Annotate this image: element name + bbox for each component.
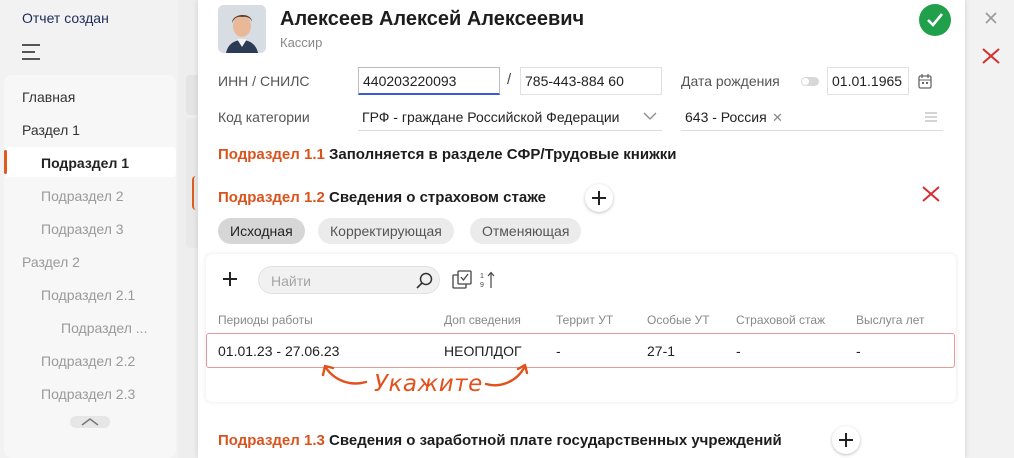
table-cell: - [736, 343, 741, 359]
column-header: Особые УТ [647, 313, 710, 327]
hint-label: Укажите [374, 371, 483, 397]
section-number: Подраздел 1.1 [218, 146, 325, 163]
plus-icon[interactable] [220, 269, 240, 289]
right-toolbar [966, 0, 1014, 458]
menu-lines-icon[interactable] [925, 112, 937, 122]
search-input[interactable]: Найти [258, 266, 440, 294]
section-number: Подраздел 1.3 [218, 432, 325, 449]
employee-name: Алексеев Алексей Алексеевич [280, 8, 585, 30]
section-1-2-heading: Подраздел 1.2 Сведения о страховом стаже [218, 189, 546, 206]
sidebar-item-section-1[interactable]: Раздел 1 [22, 122, 80, 138]
sidebar-item-subsection-2-3[interactable]: Подраздел 2.3 [41, 386, 135, 402]
column-header: Выслуга лет [856, 313, 925, 327]
sidebar-collapse-button[interactable] [70, 416, 110, 428]
close-icon[interactable] [982, 9, 1000, 27]
calendar-icon[interactable] [918, 73, 932, 89]
check-icon [927, 13, 944, 27]
section-title: Заполняется в разделе СФР/Трудовые книжк… [329, 146, 677, 163]
table-cell: - [856, 343, 861, 359]
birth-date-label: Дата рождения [681, 73, 780, 89]
section-number: Подраздел 1.2 [218, 189, 325, 206]
report-status: Отчет создан [22, 10, 109, 26]
sidebar-item-subsection-3[interactable]: Подраздел 3 [41, 221, 124, 237]
employee-panel: Алексеев Алексей Алексеевич Кассир ИНН /… [198, 0, 965, 458]
employee-role: Кассир [280, 35, 323, 50]
sidebar-item-subsection-nested[interactable]: Подраздел ... [61, 320, 147, 336]
sidebar-active-marker [4, 150, 7, 174]
hint-arrow-right-icon [484, 363, 529, 387]
table-cell: 27-1 [647, 343, 676, 359]
checklist-icon[interactable] [452, 270, 474, 290]
table-cell: - [556, 343, 561, 359]
category-select[interactable]: ГРФ - граждане Российской Федерации [358, 103, 662, 131]
column-header: Страховой стаж [736, 313, 826, 327]
section-1-3-heading: Подраздел 1.3 Сведения о заработной плат… [218, 432, 782, 449]
sidebar-item-section-2[interactable]: Раздел 2 [22, 254, 80, 270]
confirm-button[interactable] [919, 4, 951, 36]
tab-cancelling[interactable]: Отменяющая [470, 218, 582, 244]
chevron-down-icon[interactable] [643, 112, 657, 120]
avatar [218, 5, 266, 53]
column-header: Доп сведения [444, 313, 521, 327]
search-icon[interactable] [416, 272, 434, 290]
clear-icon[interactable]: ✕ [772, 110, 783, 126]
sidebar: Отчет создан Главная Раздел 1 Подраздел … [0, 0, 178, 458]
add-section-1-2-button[interactable] [585, 184, 613, 212]
sidebar-item-subsection-2[interactable]: Подраздел 2 [41, 188, 124, 204]
chevron-up-icon [81, 418, 99, 426]
inn-snils-label: ИНН / СНИЛС [218, 73, 310, 89]
sidebar-menu: Главная Раздел 1 Подраздел 1 Подраздел 2… [4, 75, 176, 458]
tab-original[interactable]: Исходная [218, 218, 305, 244]
hamburger-icon[interactable] [22, 44, 40, 65]
column-header: Периоды работы [218, 313, 313, 327]
column-header: Террит УТ [556, 313, 614, 327]
section-1-1-heading: Подраздел 1.1 Заполняется в разделе СФР/… [218, 146, 676, 163]
table-cell: 01.01.23 - 27.06.23 [218, 343, 340, 359]
country-select[interactable]: 643 - Россия [681, 103, 943, 131]
inn-field[interactable]: 440203220093 [358, 67, 500, 95]
add-section-1-3-button[interactable] [832, 426, 860, 454]
birth-date-field[interactable]: 01.01.1965 [827, 67, 909, 95]
delete-x-icon[interactable] [981, 46, 1001, 66]
separator-slash: / [507, 71, 512, 88]
svg-text:9: 9 [480, 282, 484, 289]
sidebar-item-subsection-2-1[interactable]: Подраздел 2.1 [41, 287, 135, 303]
section-title: Сведения о страховом стаже [329, 189, 546, 206]
category-label: Код категории [218, 109, 310, 125]
svg-text:1: 1 [480, 273, 484, 280]
sort-icon[interactable]: 1 9 [480, 271, 496, 289]
tab-corrective[interactable]: Корректирующая [318, 218, 454, 244]
sidebar-item-subsection-2-2[interactable]: Подраздел 2.2 [41, 353, 135, 369]
section-title: Сведения о заработной плате государствен… [329, 432, 782, 449]
sidebar-item-subsection-1[interactable]: Подраздел 1 [41, 155, 129, 171]
sidebar-item-main[interactable]: Главная [22, 89, 75, 105]
table-cell: НЕОПЛДОГ [444, 343, 522, 359]
hint-arrow-left-icon [321, 364, 368, 385]
delete-x-icon[interactable] [920, 184, 942, 204]
snils-field[interactable]: 785-443-884 60 [520, 67, 662, 95]
search-placeholder: Найти [271, 273, 311, 289]
birth-date-toggle[interactable] [801, 77, 819, 86]
